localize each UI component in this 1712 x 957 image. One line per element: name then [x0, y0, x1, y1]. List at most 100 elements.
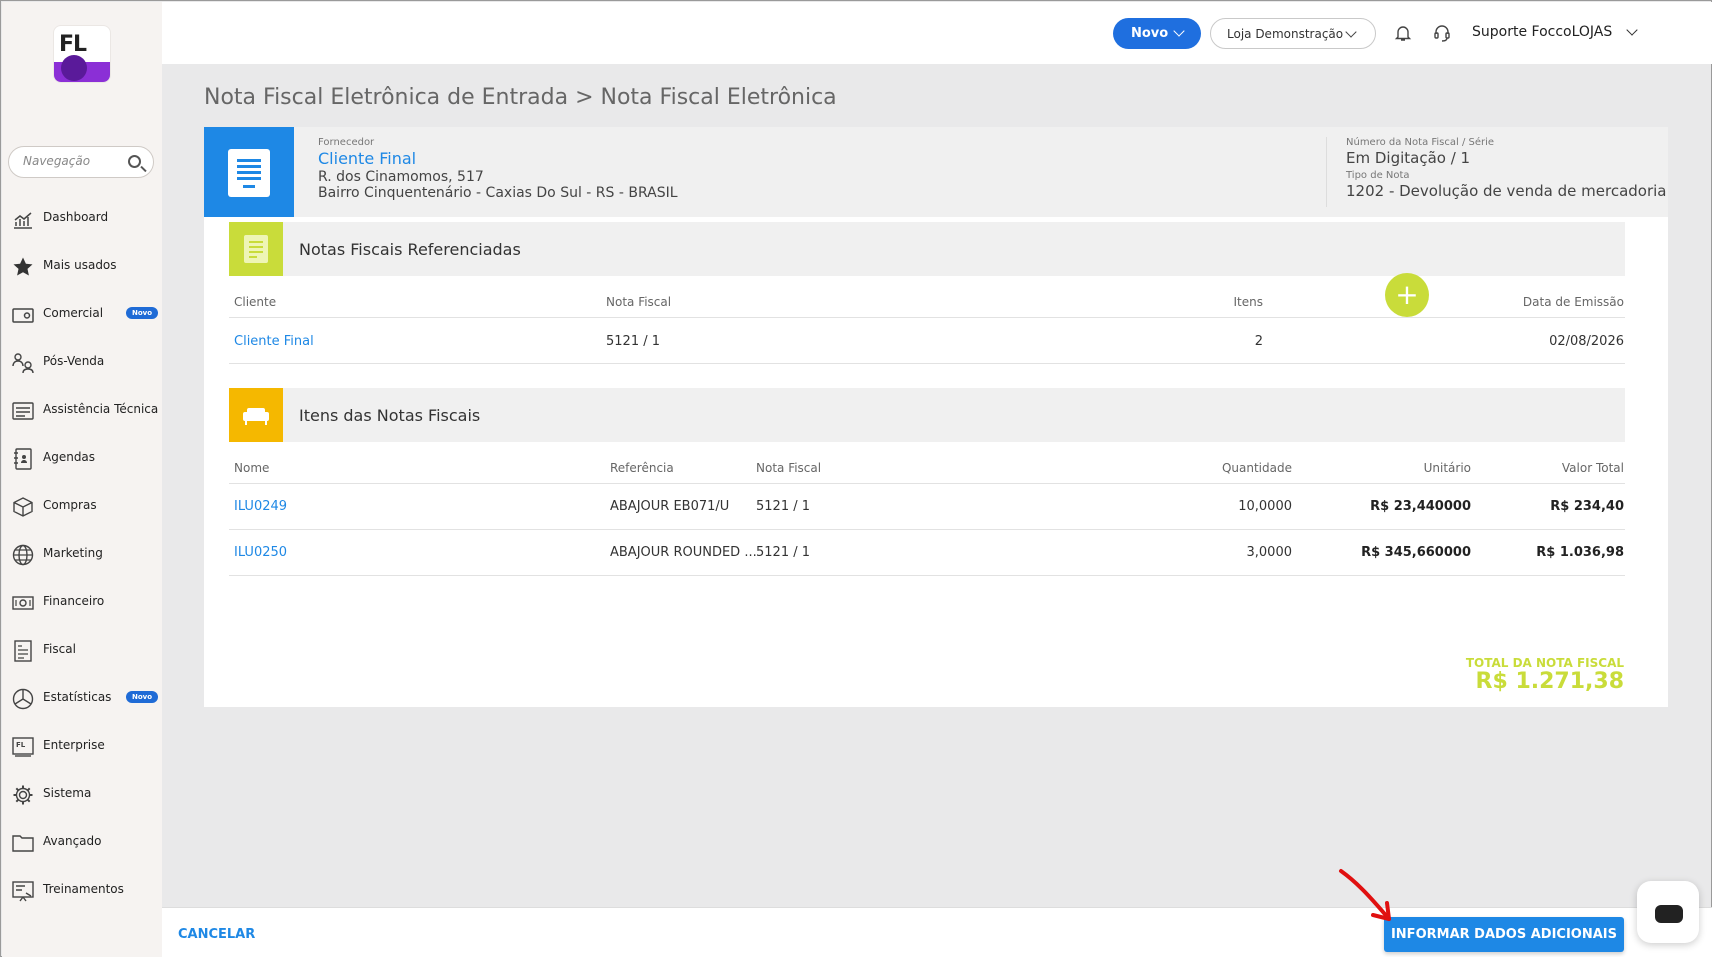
novo-button[interactable]: Novo — [1113, 18, 1201, 49]
supplier-label: Fornecedor — [318, 137, 375, 148]
globe-icon — [12, 544, 34, 566]
sidebar-item-agendas[interactable]: Agendas — [2, 434, 162, 482]
page-title: Nota Fiscal Eletrônica de Entrada > Nota… — [204, 85, 837, 110]
invoice-type-label: Tipo de Nota — [1346, 170, 1410, 181]
sidebar-item-label: Enterprise — [43, 738, 105, 752]
item-quantidade: 10,0000 — [1238, 499, 1292, 514]
invoice-number-label: Número da Nota Fiscal / Série — [1346, 137, 1495, 148]
sidebar-item-enterprise[interactable]: FL Enterprise — [2, 722, 162, 770]
store-select-label: Loja Demonstração — [1227, 26, 1344, 41]
item-referencia: ABAJOUR EB071/U — [610, 499, 730, 514]
sidebar-item-avancado[interactable]: Avançado — [2, 818, 162, 866]
sidebar-item-marketing[interactable]: Marketing — [2, 530, 162, 578]
referenced-nota-fiscal: 5121 / 1 — [606, 334, 660, 349]
item-valor-total: R$ 1.036,98 — [1536, 545, 1624, 560]
sidebar-item-label: Marketing — [43, 546, 103, 560]
sidebar-item-financeiro[interactable]: Financeiro — [2, 578, 162, 626]
sidebar-item-label: Mais usados — [43, 258, 117, 272]
training-icon — [12, 881, 34, 902]
col-header-cliente: Cliente — [234, 295, 277, 309]
sidebar-item-label: Agendas — [43, 450, 96, 464]
receipt-icon — [14, 640, 32, 662]
item-quantidade: 3,0000 — [1246, 545, 1293, 560]
navigation-search[interactable] — [8, 146, 154, 178]
document-list-icon — [244, 235, 268, 263]
headset-icon[interactable] — [1433, 24, 1451, 42]
sidebar-item-assistencia-tecnica[interactable]: Assistência Técnica — [2, 386, 162, 434]
table-divider — [229, 575, 1625, 576]
bell-icon[interactable] — [1394, 24, 1412, 42]
sidebar-item-label: Estatísticas — [43, 690, 112, 704]
new-badge: Novo — [126, 691, 159, 703]
item-referencia: ABAJOUR ROUNDED ... — [610, 545, 757, 560]
col-header-unitario: Unitário — [1423, 461, 1471, 475]
logo-band — [54, 55, 110, 82]
sidebar-item-dashboard[interactable]: Dashboard — [2, 194, 162, 242]
people-exchange-icon — [12, 353, 34, 374]
col-header-quantidade: Quantidade — [1221, 461, 1292, 475]
navigation-search-input[interactable] — [23, 154, 123, 168]
box-icon — [13, 497, 33, 517]
folder-icon — [12, 835, 34, 852]
referenced-invoices-title: Notas Fiscais Referenciadas — [299, 240, 521, 259]
invoice-total-value: R$ 1.271,38 — [1475, 669, 1624, 694]
app-logo[interactable]: FL — [54, 26, 110, 82]
item-unitario: R$ 23,440000 — [1370, 499, 1471, 514]
enterprise-icon: FL — [12, 737, 34, 757]
col-header-data-emissao: Data de Emissão — [1522, 295, 1624, 309]
chat-button[interactable] — [1637, 881, 1699, 943]
invoice-icon-tile — [204, 127, 294, 217]
pie-chart-icon — [12, 688, 34, 710]
invoice-items-header: Itens das Notas Fiscais — [229, 388, 1625, 442]
user-menu[interactable]: Suporte FoccoLOJAS — [1472, 24, 1638, 40]
sidebar-item-treinamentos[interactable]: Treinamentos — [2, 866, 162, 914]
sidebar-item-label: Financeiro — [43, 594, 105, 608]
sidebar-item-label: Pós-Venda — [43, 354, 105, 368]
supplier-address-line1: R. dos Cinamomos, 517 — [318, 169, 484, 185]
sidebar-item-comercial[interactable]: Comercial Novo — [2, 290, 162, 338]
sidebar-item-estatisticas[interactable]: Estatísticas Novo — [2, 674, 162, 722]
invoice-type-value: 1202 - Devolução de venda de mercadoria — [1346, 182, 1667, 200]
item-nome-link[interactable]: ILU0250 — [234, 545, 287, 560]
item-unitario: R$ 345,660000 — [1361, 545, 1471, 560]
add-referenced-invoice-button[interactable]: + — [1385, 273, 1429, 317]
sidebar-item-label: Fiscal — [43, 642, 76, 656]
new-badge: Novo — [126, 307, 159, 319]
red-arrow-icon — [1339, 869, 1391, 921]
sidebar-item-mais-usados[interactable]: Mais usados — [2, 242, 162, 290]
invoice-total-label: TOTAL DA NOTA FISCAL — [1465, 656, 1624, 670]
tools-icon — [12, 402, 34, 420]
supplier-name-link[interactable]: Cliente Final — [318, 149, 416, 168]
top-bar: Novo Loja Demonstração Suporte FoccoLOJA… — [162, 2, 1712, 64]
referenced-cliente-link[interactable]: Cliente Final — [234, 334, 314, 349]
sidebar-item-label: Compras — [43, 498, 97, 512]
items-icon-tile — [229, 388, 283, 442]
novo-label: Novo — [1131, 26, 1169, 41]
star-icon — [13, 257, 33, 276]
app-window: FL Dashboard Mais usados Comercial Novo — [0, 0, 1712, 957]
chevron-down-icon — [1626, 24, 1638, 36]
sidebar-item-fiscal[interactable]: Fiscal — [2, 626, 162, 674]
sidebar-item-compras[interactable]: Compras — [2, 482, 162, 530]
cancel-button[interactable]: CANCELAR — [178, 927, 255, 942]
sidebar-item-sistema[interactable]: Sistema — [2, 770, 162, 818]
sidebar-item-label: Comercial — [43, 306, 104, 320]
sidebar-item-label: Avançado — [43, 834, 102, 848]
informar-dados-adicionais-button[interactable]: INFORMAR DADOS ADICIONAIS — [1384, 917, 1624, 952]
search-icon[interactable] — [128, 155, 141, 168]
sidebar-item-label: Sistema — [43, 786, 92, 800]
supplier-address-line2: Bairro Cinquentenário - Caxias Do Sul - … — [318, 185, 678, 201]
table-divider — [229, 363, 1625, 364]
store-select[interactable]: Loja Demonstração — [1210, 18, 1376, 49]
col-header-nota-fiscal: Nota Fiscal — [756, 461, 822, 475]
item-nome-link[interactable]: ILU0249 — [234, 499, 287, 514]
sidebar-item-label: Dashboard — [43, 210, 109, 224]
sidebar-item-pos-venda[interactable]: Pós-Venda — [2, 338, 162, 386]
header-divider — [1326, 137, 1327, 207]
wallet-icon — [12, 308, 34, 323]
sidebar-item-label: Treinamentos — [43, 882, 124, 896]
chat-icon — [1655, 905, 1683, 923]
chevron-down-icon — [1173, 25, 1185, 37]
table-divider — [229, 483, 1625, 484]
invoice-items-title: Itens das Notas Fiscais — [299, 406, 481, 425]
